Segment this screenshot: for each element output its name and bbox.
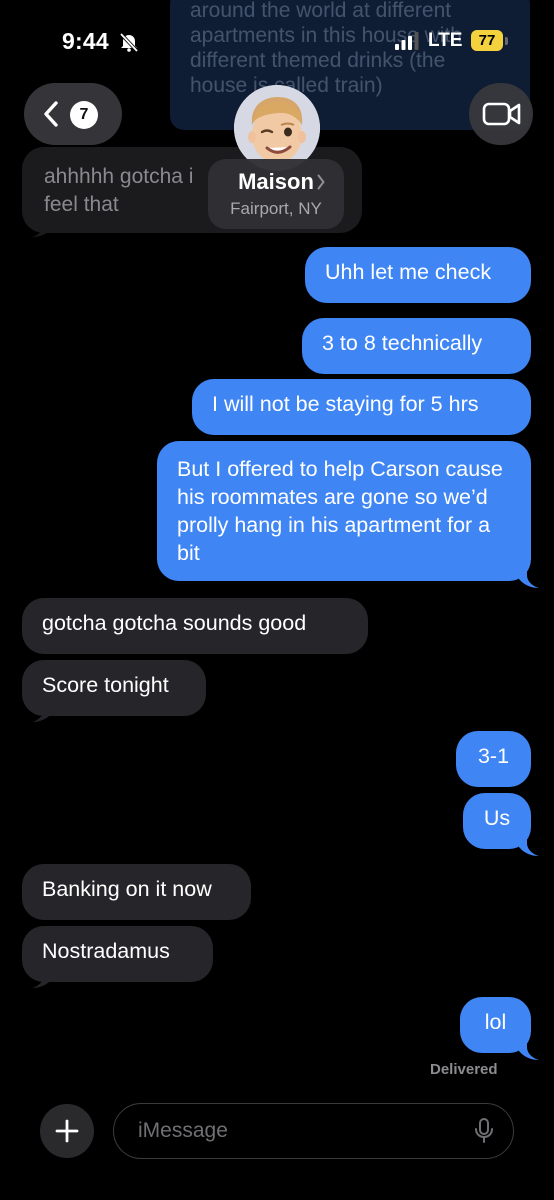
- battery-nub: [505, 37, 508, 45]
- message-bubble-outgoing[interactable]: I will not be staying for 5 hrs: [192, 379, 531, 435]
- message-bubble-incoming[interactable]: Banking on it now: [22, 864, 251, 920]
- battery-indicator: 77: [471, 30, 503, 51]
- bubble-tail: [519, 567, 539, 588]
- bubble-tail: [519, 1039, 539, 1060]
- message-text: Score tonight: [42, 673, 169, 697]
- message-bubble-incoming[interactable]: gotcha gotcha sounds good: [22, 598, 368, 654]
- message-text: But I offered to help Carson cause his r…: [177, 457, 503, 565]
- contact-info-button[interactable]: Maison Fairport, NY: [208, 159, 344, 229]
- message-text: gotcha gotcha sounds good: [42, 611, 307, 635]
- microphone-icon[interactable]: [474, 1118, 494, 1144]
- bubble-tail: [32, 701, 52, 722]
- carrier-label: LTE: [428, 30, 463, 51]
- message-text: lol: [484, 1010, 507, 1034]
- signal-icon: [395, 32, 419, 50]
- message-text: ahhhhh gotcha i feel that: [44, 165, 194, 216]
- input-placeholder: iMessage: [138, 1119, 228, 1142]
- delivery-status: Delivered: [430, 1061, 498, 1078]
- bell-slash-icon: [119, 32, 139, 52]
- message-bubble-outgoing[interactable]: Uhh let me check: [305, 247, 531, 303]
- contact-location: Fairport, NY: [230, 199, 322, 218]
- imessage-input[interactable]: iMessage: [113, 1103, 514, 1159]
- status-time: 9:44: [62, 28, 109, 54]
- message-text: 3-1: [477, 744, 510, 768]
- plus-icon: [55, 1119, 79, 1143]
- bubble-tail: [32, 216, 52, 237]
- chevron-right-icon: [317, 174, 325, 190]
- bubble-tail: [519, 835, 539, 856]
- unread-count-badge: 7: [70, 101, 98, 129]
- add-attachment-button[interactable]: [40, 1104, 94, 1158]
- message-bubble-outgoing[interactable]: 3-1: [456, 731, 531, 787]
- message-bubble-outgoing[interactable]: But I offered to help Carson cause his r…: [157, 441, 531, 581]
- message-text: Banking on it now: [42, 877, 212, 901]
- video-camera-icon: [482, 102, 521, 126]
- bubble-tail: [32, 967, 52, 988]
- message-text: Nostradamus: [42, 939, 170, 963]
- message-text: Us: [483, 806, 511, 830]
- chevron-left-icon: [44, 101, 58, 127]
- message-bubble-outgoing[interactable]: 3 to 8 technically: [302, 318, 531, 374]
- message-text: I will not be staying for 5 hrs: [212, 392, 479, 416]
- message-text: 3 to 8 technically: [322, 331, 483, 355]
- message-text: Uhh let me check: [325, 260, 492, 284]
